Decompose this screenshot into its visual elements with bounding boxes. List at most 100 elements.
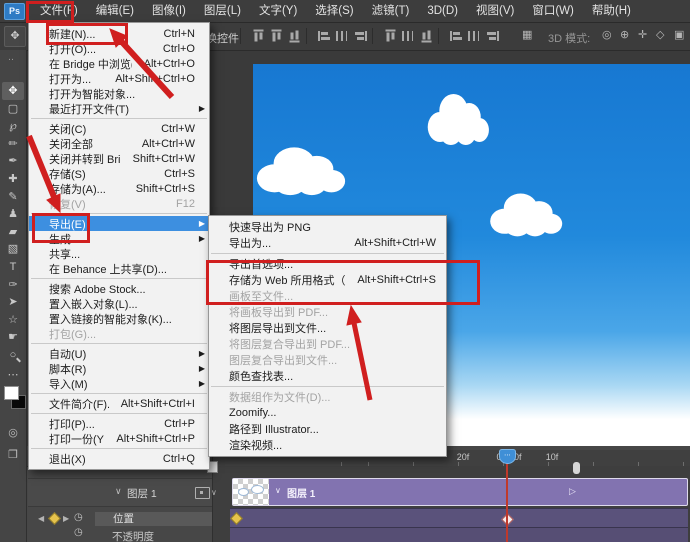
3d-scale-icon[interactable]: ▣	[674, 28, 684, 41]
file-menu-item-25[interactable]: 脚本(R)▶	[29, 361, 209, 376]
layer-clip[interactable]: ∨ 图层 1 ▷	[232, 478, 688, 506]
align-top-edges-icon[interactable]	[254, 30, 264, 43]
clip-settings-icon[interactable]	[195, 487, 210, 499]
file-menu-item-17[interactable]: 在 Behance 上共享(D)...	[29, 261, 209, 276]
align-vertical-centers-icon[interactable]	[272, 30, 282, 43]
file-menu-item-20[interactable]: 置入嵌入对象(L)...	[29, 296, 209, 311]
file-menu-item-16[interactable]: 共享...	[29, 246, 209, 261]
opacity-property-label[interactable]: 不透明度	[112, 529, 154, 542]
menu-bar-item-10[interactable]: 帮助(H)	[583, 0, 640, 22]
file-menu-item-19[interactable]: 搜索 Adobe Stock...	[29, 281, 209, 296]
export-menu-item-3[interactable]: 导出首选项...	[209, 256, 446, 272]
toolbar-collapse-icon[interactable]: ‥	[8, 52, 14, 63]
track-chevron-icon[interactable]: ∨	[115, 486, 122, 497]
show-transform-controls-label[interactable]: 换控件	[206, 30, 239, 46]
next-keyframe-icon[interactable]: ▶	[63, 514, 69, 523]
export-menu-item-7[interactable]: 将图层导出到文件...	[209, 320, 446, 336]
quick-select-tool[interactable]: ✏	[2, 135, 24, 153]
align-right-edges-icon[interactable]	[354, 31, 367, 41]
opacity-stopwatch-icon[interactable]: ◷	[74, 527, 83, 538]
export-menu-item-15[interactable]: 渲染视频...	[209, 437, 446, 453]
export-menu-item-13[interactable]: Zoomify...	[209, 405, 446, 421]
prev-keyframe-icon[interactable]: ◀	[38, 514, 44, 523]
distribute-top-icon[interactable]	[386, 30, 396, 43]
menu-bar-item-3[interactable]: 图层(L)	[195, 0, 250, 22]
pen-tool[interactable]: ✑	[2, 276, 24, 294]
lasso-tool[interactable]: ℘	[2, 117, 24, 135]
foreground-color-swatch[interactable]	[4, 386, 19, 400]
position-property-label[interactable]: 位置	[95, 512, 212, 526]
position-stopwatch-icon[interactable]: ◷	[74, 512, 83, 523]
3d-drag-icon[interactable]: ✛	[638, 28, 647, 41]
file-menu-item-11[interactable]: 存储为(A)...Shift+Ctrl+S	[29, 181, 209, 196]
file-menu-item-7[interactable]: 关闭(C)Ctrl+W	[29, 121, 209, 136]
zoom-tool[interactable]: ○	[2, 346, 24, 364]
track-header[interactable]: ∨ 图层 1 ∨	[28, 478, 212, 507]
clone-stamp-tool[interactable]: ♟	[2, 205, 24, 223]
file-menu-item-21[interactable]: 置入链接的智能对象(K)...	[29, 311, 209, 326]
gradient-tool[interactable]: ▧	[2, 240, 24, 258]
align-horizontal-centers-icon[interactable]	[336, 31, 347, 41]
brush-tool[interactable]: ✎	[2, 188, 24, 206]
export-menu-item-10[interactable]: 颜色查找表...	[209, 368, 446, 384]
menu-bar-item-9[interactable]: 窗口(W)	[523, 0, 583, 22]
menu-bar-item-1[interactable]: 编辑(E)	[87, 0, 143, 22]
3d-slide-icon[interactable]: ◇	[656, 28, 664, 41]
menu-bar-item-6[interactable]: 滤镜(T)	[363, 0, 419, 22]
menu-bar-item-0[interactable]: 文件(F)	[31, 0, 87, 22]
file-menu-item-1[interactable]: 打开(O)...Ctrl+O	[29, 41, 209, 56]
healing-brush-tool[interactable]: ✚	[2, 170, 24, 188]
marquee-tool[interactable]: ▢	[2, 100, 24, 118]
file-menu-item-5[interactable]: 最近打开文件(T)▶	[29, 101, 209, 116]
export-menu-item-14[interactable]: 路径到 Illustrator...	[209, 421, 446, 437]
file-menu-item-0[interactable]: 新建(N)...Ctrl+N	[29, 26, 209, 41]
file-menu-item-14[interactable]: 导出(E)▶	[29, 216, 209, 231]
more-tools-icon[interactable]: ⋯	[2, 366, 24, 384]
file-menu-item-30[interactable]: 打印(P)...Ctrl+P	[29, 416, 209, 431]
file-menu-item-28[interactable]: 文件简介(F)...Alt+Shift+Ctrl+I	[29, 396, 209, 411]
opacity-track-row[interactable]	[230, 527, 688, 542]
auto-align-icon[interactable]: ▦	[522, 28, 532, 41]
screen-mode-icon[interactable]: ❐	[2, 448, 24, 461]
timeline-scroll-handle[interactable]	[573, 462, 580, 474]
file-menu-item-15[interactable]: 生成▶	[29, 231, 209, 246]
distribute-right-icon[interactable]	[486, 31, 499, 41]
file-menu-item-3[interactable]: 打开为...Alt+Shift+Ctrl+O	[29, 71, 209, 86]
export-menu-item-0[interactable]: 快速导出为 PNG	[209, 219, 446, 235]
eraser-tool[interactable]: ▰	[2, 223, 24, 241]
menu-bar-item-2[interactable]: 图像(I)	[143, 0, 195, 22]
type-tool[interactable]: T	[2, 258, 24, 276]
hand-tool[interactable]: ☛	[2, 328, 24, 346]
file-menu-item-9[interactable]: 关闭并转到 Bridge...Shift+Ctrl+W	[29, 151, 209, 166]
distribute-left-icon[interactable]	[450, 31, 463, 41]
file-menu-item-26[interactable]: 导入(M)▶	[29, 376, 209, 391]
move-tool[interactable]: ✥	[2, 82, 24, 100]
menu-bar-item-8[interactable]: 视图(V)	[467, 0, 523, 22]
export-menu-item-1[interactable]: 导出为...Alt+Shift+Ctrl+W	[209, 235, 446, 251]
3d-roll-icon[interactable]: ⊕	[620, 28, 629, 41]
menu-bar-item-4[interactable]: 文字(Y)	[250, 0, 306, 22]
add-keyframe-icon[interactable]	[48, 512, 61, 525]
clip-end-handle-icon[interactable]: ▷	[569, 486, 576, 497]
playhead[interactable]: ⋯	[499, 449, 516, 464]
distribute-bottom-icon[interactable]	[422, 30, 432, 43]
eyedropper-tool[interactable]: ✒	[2, 152, 24, 170]
file-menu-item-33[interactable]: 退出(X)Ctrl+Q	[29, 451, 209, 466]
distribute-horizontal-icon[interactable]	[468, 31, 479, 41]
path-select-tool[interactable]: ➤	[2, 293, 24, 311]
align-bottom-edges-icon[interactable]	[290, 30, 300, 43]
menu-bar-item-7[interactable]: 3D(D)	[418, 0, 467, 22]
file-menu-item-8[interactable]: 关闭全部Alt+Ctrl+W	[29, 136, 209, 151]
3d-rotate-icon[interactable]: ◎	[602, 28, 612, 41]
file-menu-item-31[interactable]: 打印一份(Y)Alt+Shift+Ctrl+P	[29, 431, 209, 446]
align-left-edges-icon[interactable]	[318, 31, 331, 41]
clip-chevron-icon[interactable]: ∨	[275, 486, 281, 495]
export-menu-item-4[interactable]: 存储为 Web 所用格式（旧版）...Alt+Shift+Ctrl+S	[209, 272, 446, 288]
clip-settings-chevron-icon[interactable]: ∨	[211, 488, 217, 497]
file-menu-item-24[interactable]: 自动(U)▶	[29, 346, 209, 361]
file-menu-item-4[interactable]: 打开为智能对象...	[29, 86, 209, 101]
position-track-row[interactable]	[230, 508, 688, 527]
quick-mask-icon[interactable]: ◎	[2, 426, 24, 439]
file-menu-item-2[interactable]: 在 Bridge 中浏览(B)...Alt+Ctrl+O	[29, 56, 209, 71]
shape-tool[interactable]: ☆	[2, 311, 24, 329]
